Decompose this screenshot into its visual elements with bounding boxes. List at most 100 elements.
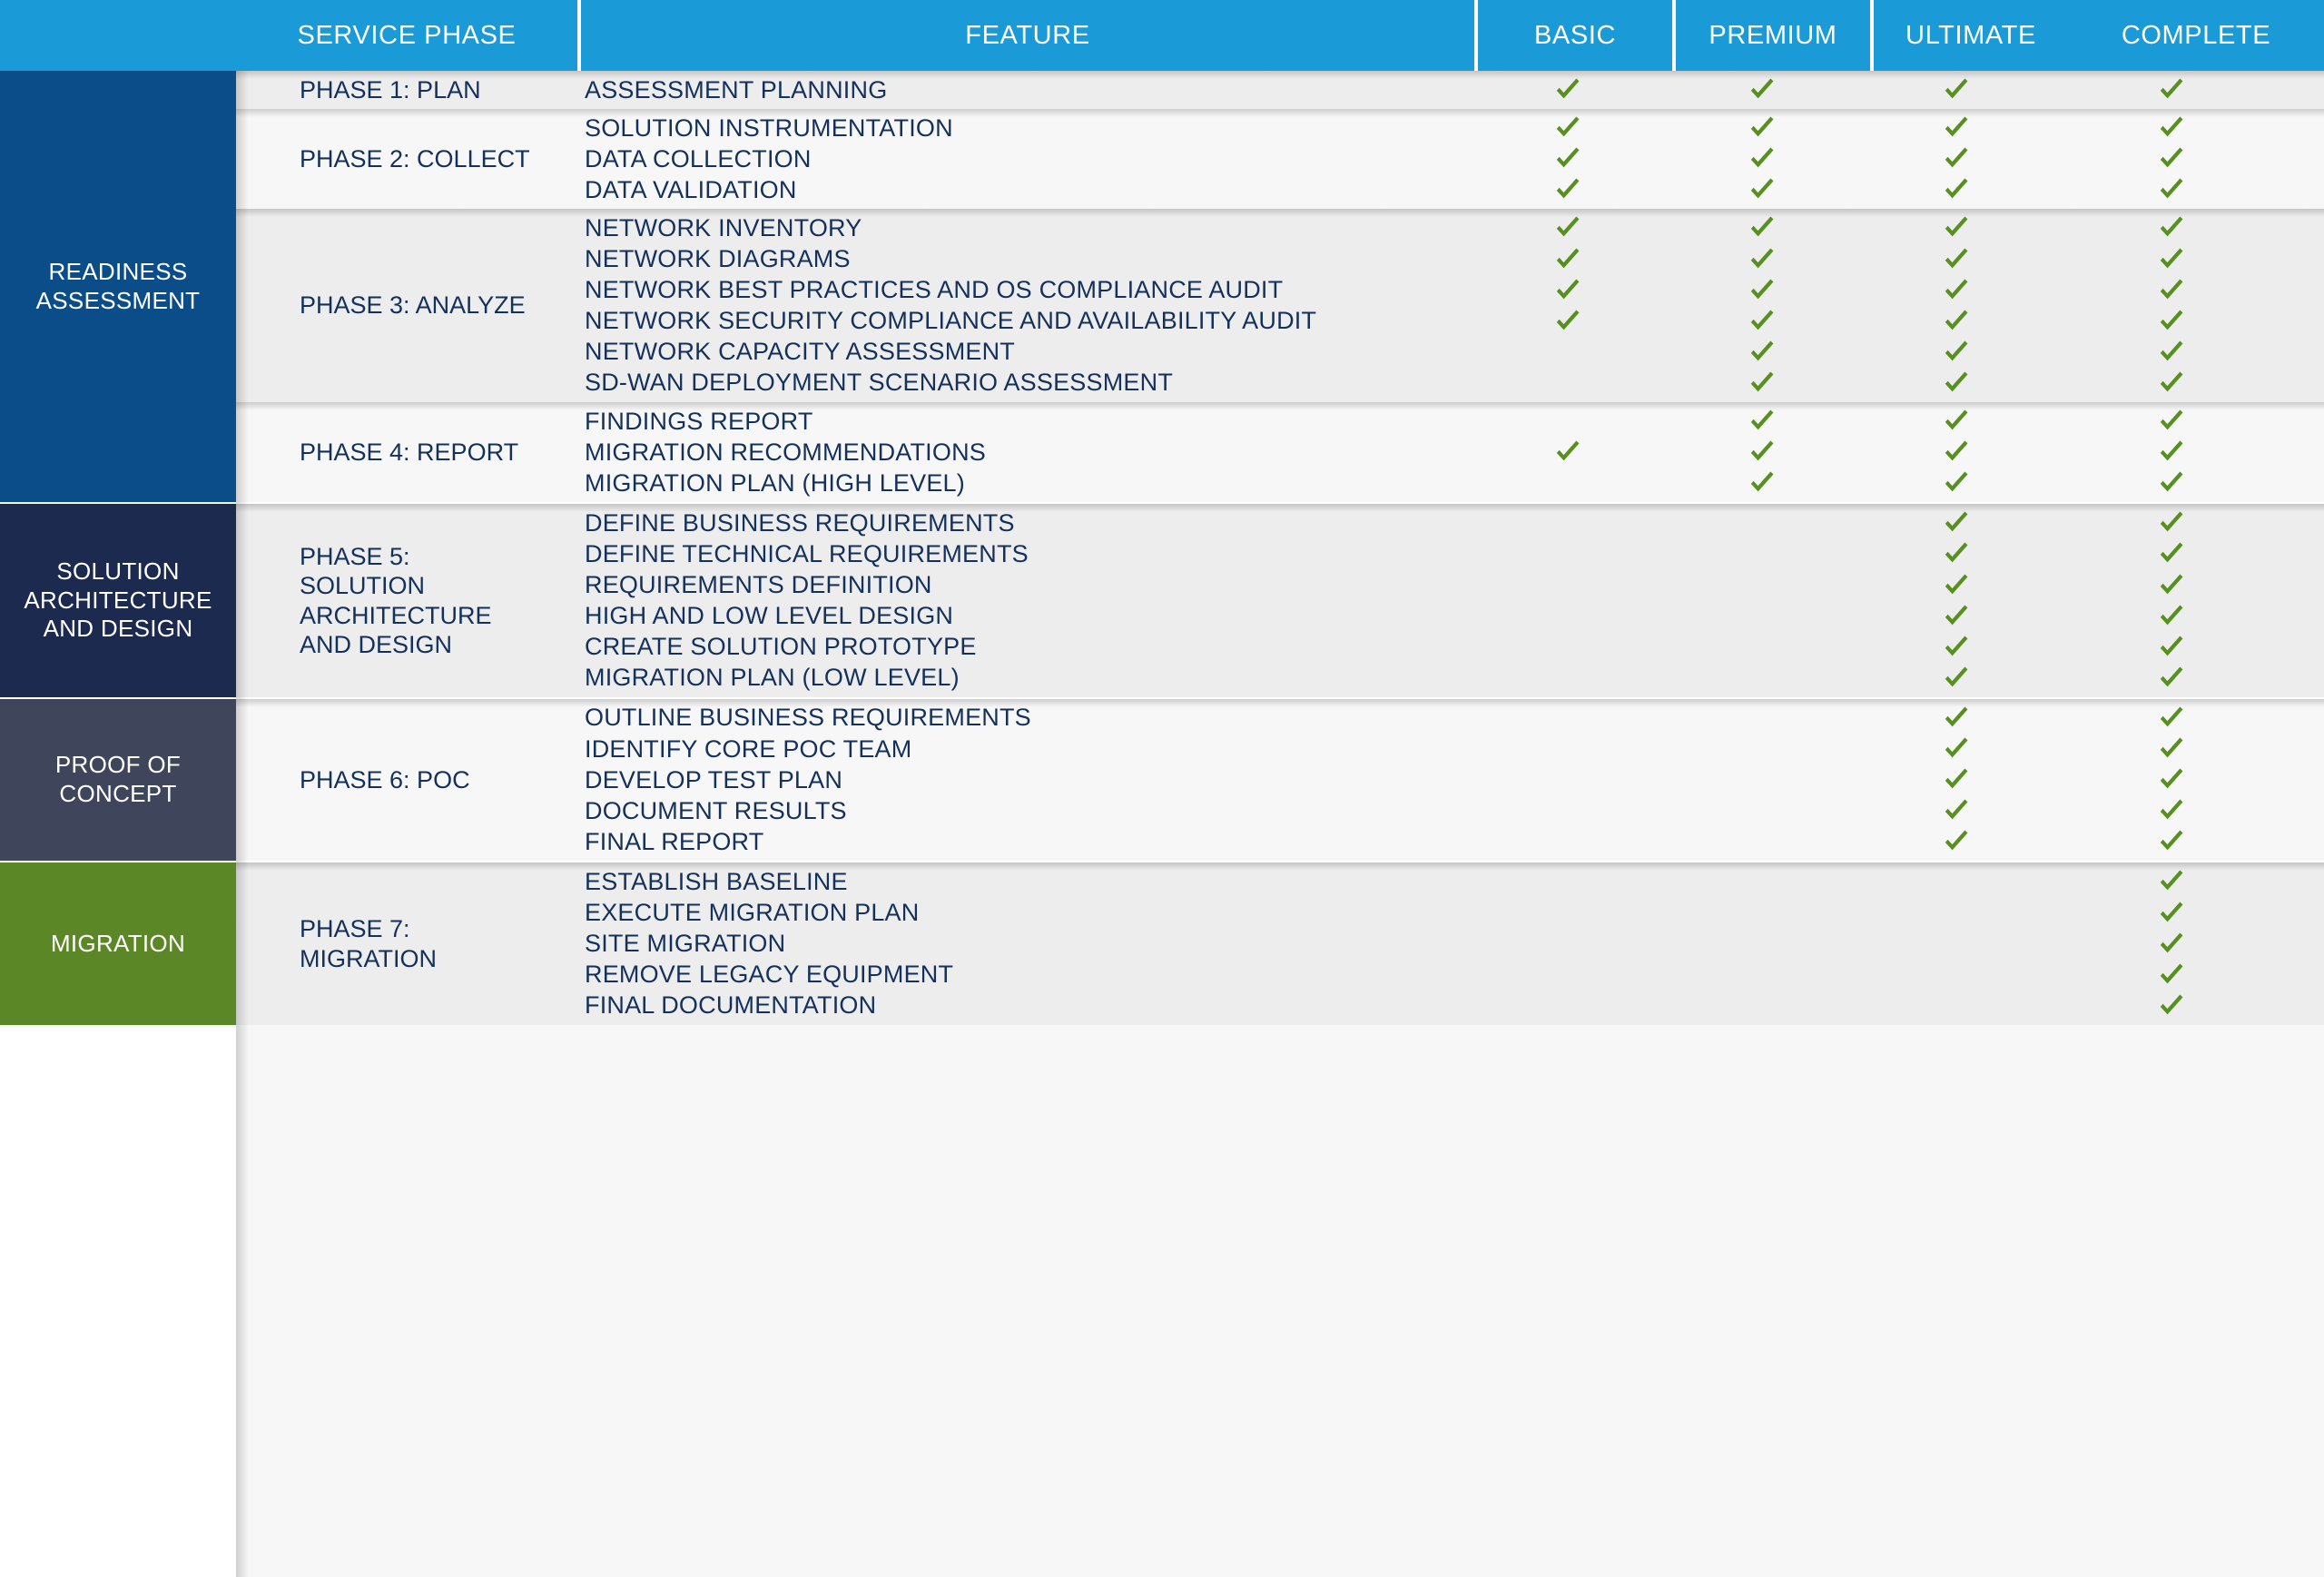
feature-label: SOLUTION INSTRUMENTATION: [585, 113, 953, 142]
table-row: CREATE SOLUTION PROTOTYPE: [236, 632, 2324, 663]
tier-cell-empty-ultimate: [1859, 898, 2053, 929]
check-icon-basic: [1471, 113, 1665, 143]
check-icon-complete: [2053, 468, 2290, 498]
table-row: MIGRATION PLAN (HIGH LEVEL): [236, 468, 2324, 498]
table-row: HIGH AND LOW LEVEL DESIGN: [236, 601, 2324, 632]
service-phase-feature-matrix: SERVICE PHASE FEATURE BASIC PREMIUM ULTI…: [0, 0, 2324, 1577]
header-corner-spacer: [0, 0, 236, 71]
check-icon-basic: [1471, 74, 1665, 105]
feature-label: REMOVE LEGACY EQUIPMENT: [585, 961, 954, 989]
table-row: NETWORK DIAGRAMS: [236, 244, 2324, 275]
check-icon-ultimate: [1859, 538, 2053, 569]
tier-cell-empty-basic: [1471, 991, 1665, 1021]
table-row: DATA VALIDATION: [236, 174, 2324, 205]
tier-cell-empty-basic: [1471, 734, 1665, 764]
table-row: OUTLINE BUSINESS REQUIREMENTS: [236, 703, 2324, 734]
tier-cell-empty-premium: [1665, 826, 1859, 857]
check-icon-complete: [2053, 406, 2290, 437]
check-icon-complete: [2053, 570, 2290, 601]
tier-cell-empty-premium: [1665, 508, 1859, 538]
check-icon-basic: [1471, 244, 1665, 275]
category-rail: READINESS ASSESSMENT SOLUTION ARCHITECTUR…: [0, 71, 236, 1577]
feature-label: OUTLINE BUSINESS REQUIREMENTS: [585, 704, 1031, 732]
check-icon-premium: [1665, 468, 1859, 498]
check-icon-complete: [2053, 275, 2290, 306]
check-icon-ultimate: [1859, 275, 2053, 306]
table-row: DOCUMENT RESULTS: [236, 795, 2324, 826]
table-row: FINAL DOCUMENTATION: [236, 991, 2324, 1021]
category-solution-architecture-and-design: SOLUTION ARCHITECTURE AND DESIGN: [0, 504, 236, 697]
tier-cell-empty-ultimate: [1859, 866, 2053, 897]
tier-cell-empty-basic: [1471, 929, 1665, 960]
tier-cell-empty-basic: [1471, 468, 1665, 498]
check-icon-ultimate: [1859, 703, 2053, 734]
tier-cell-empty-basic: [1471, 866, 1665, 897]
check-icon-complete: [2053, 143, 2290, 174]
header-service-phase: SERVICE PHASE: [236, 0, 577, 71]
check-icon-premium: [1665, 113, 1859, 143]
header-tier-premium: PREMIUM: [1676, 0, 1870, 71]
tier-cell-empty-basic: [1471, 663, 1665, 694]
tier-cell-empty-basic: [1471, 703, 1665, 734]
feature-label: NETWORK SECURITY COMPLIANCE AND AVAILABI…: [585, 307, 1317, 335]
check-icon-ultimate: [1859, 143, 2053, 174]
check-icon-complete: [2053, 632, 2290, 663]
tier-cell-empty-premium: [1665, 929, 1859, 960]
feature-label: CREATE SOLUTION PROTOTYPE: [585, 633, 977, 661]
check-icon-ultimate: [1859, 337, 2053, 368]
check-icon-premium: [1665, 143, 1859, 174]
table-row: MIGRATION PLAN (LOW LEVEL): [236, 663, 2324, 694]
check-icon-ultimate: [1859, 601, 2053, 632]
feature-label: NETWORK CAPACITY ASSESSMENT: [585, 338, 1015, 366]
check-icon-complete: [2053, 734, 2290, 764]
table-row: NETWORK BEST PRACTICES AND OS COMPLIANCE…: [236, 275, 2324, 306]
check-icon-complete: [2053, 826, 2290, 857]
tier-cell-empty-basic: [1471, 508, 1665, 538]
table-row: IDENTIFY CORE POC TEAM: [236, 734, 2324, 764]
check-icon-premium: [1665, 275, 1859, 306]
tier-cell-empty-ultimate: [1859, 929, 2053, 960]
tier-cell-empty-premium: [1665, 734, 1859, 764]
table-row: EXECUTE MIGRATION PLAN: [236, 898, 2324, 929]
category-readiness-assessment: READINESS ASSESSMENT: [0, 71, 236, 503]
check-icon-ultimate: [1859, 663, 2053, 694]
feature-label: MIGRATION RECOMMENDATIONS: [585, 438, 986, 466]
check-icon-premium: [1665, 337, 1859, 368]
feature-label: NETWORK DIAGRAMS: [585, 245, 851, 272]
check-icon-basic: [1471, 437, 1665, 468]
table-row: SOLUTION INSTRUMENTATION: [236, 113, 2324, 143]
check-icon-basic: [1471, 174, 1665, 205]
table-row: REMOVE LEGACY EQUIPMENT: [236, 960, 2324, 991]
tier-cell-empty-premium: [1665, 795, 1859, 826]
feature-label: DATA COLLECTION: [585, 144, 812, 172]
check-icon-premium: [1665, 244, 1859, 275]
check-icon-ultimate: [1859, 795, 2053, 826]
header-tier-ultimate: ULTIMATE: [1874, 0, 2068, 71]
table-row: DEVELOP TEST PLAN: [236, 764, 2324, 795]
check-icon-ultimate: [1859, 74, 2053, 105]
tier-cell-empty-premium: [1665, 960, 1859, 991]
feature-label: DEVELOP TEST PLAN: [585, 765, 843, 793]
tier-cell-empty-basic: [1471, 960, 1665, 991]
check-icon-complete: [2053, 113, 2290, 143]
check-icon-complete: [2053, 663, 2290, 694]
tier-cell-empty-premium: [1665, 570, 1859, 601]
check-icon-complete: [2053, 174, 2290, 205]
table-header: SERVICE PHASE FEATURE BASIC PREMIUM ULTI…: [0, 0, 2324, 71]
table-row: MIGRATION RECOMMENDATIONS: [236, 437, 2324, 468]
tier-cell-empty-basic: [1471, 538, 1665, 569]
check-icon-premium: [1665, 406, 1859, 437]
feature-label: DATA VALIDATION: [585, 175, 797, 203]
check-icon-complete: [2053, 508, 2290, 538]
feature-label: HIGH AND LOW LEVEL DESIGN: [585, 602, 954, 630]
feature-label: DOCUMENT RESULTS: [585, 796, 847, 824]
header-tier-complete: COMPLETE: [2068, 0, 2324, 71]
tier-cell-empty-basic: [1471, 632, 1665, 663]
check-icon-complete: [2053, 337, 2290, 368]
tier-cell-empty-premium: [1665, 764, 1859, 795]
feature-label: DEFINE TECHNICAL REQUIREMENTS: [585, 539, 1029, 567]
check-icon-complete: [2053, 991, 2290, 1021]
tier-cell-empty-ultimate: [1859, 960, 2053, 991]
table-row: FINDINGS REPORT: [236, 406, 2324, 437]
check-icon-premium: [1665, 368, 1859, 399]
